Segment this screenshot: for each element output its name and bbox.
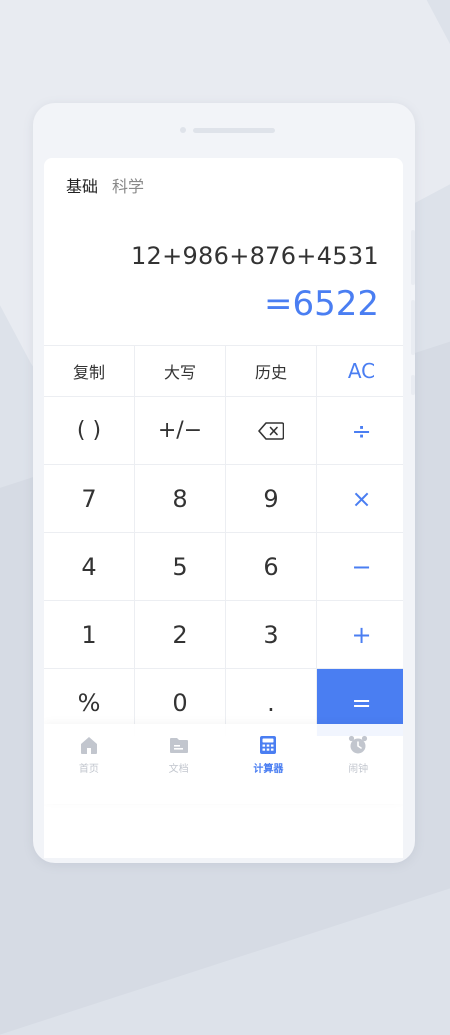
digit-6-button[interactable]: 6	[226, 533, 316, 600]
tab-scientific[interactable]: 科学	[112, 173, 144, 197]
calculator-icon	[260, 736, 277, 754]
divide-button[interactable]: ÷	[317, 397, 403, 464]
tab-basic[interactable]: 基础	[66, 173, 98, 197]
plus-button[interactable]: +	[317, 601, 403, 668]
backspace-button[interactable]	[226, 397, 316, 464]
result-display: =6522	[263, 284, 379, 324]
digit-5-button[interactable]: 5	[135, 533, 225, 600]
phone-side-button	[411, 230, 415, 285]
multiply-button[interactable]: ×	[317, 465, 403, 532]
camera-dot	[180, 127, 186, 133]
home-icon	[80, 737, 97, 754]
keypad: 复制 大写 历史 AC ( ) +/− ÷ 7 8 9 × 4 5 6 − 1 …	[44, 345, 403, 736]
history-button[interactable]: 历史	[226, 346, 316, 396]
nav-item-docs[interactable]: 文档	[134, 724, 224, 804]
bottom-nav: 首页 文档 计算器 闹钟	[44, 724, 403, 804]
phone-side-button	[411, 375, 415, 395]
calculator-screen: 基础 科学 12+986+876+4531 =6522 复制 大写 历史 AC …	[44, 158, 403, 858]
digit-4-button[interactable]: 4	[44, 533, 134, 600]
nav-label-home: 首页	[78, 764, 99, 775]
digit-8-button[interactable]: 8	[135, 465, 225, 532]
digit-1-button[interactable]: 1	[44, 601, 134, 668]
digit-9-button[interactable]: 9	[226, 465, 316, 532]
digit-3-button[interactable]: 3	[226, 601, 316, 668]
nav-label-docs: 文档	[168, 764, 189, 775]
nav-label-calculator: 计算器	[253, 764, 284, 775]
folder-icon	[169, 738, 188, 753]
clear-button[interactable]: AC	[317, 346, 403, 396]
phone-side-button	[411, 300, 415, 355]
nav-item-calculator[interactable]: 计算器	[224, 724, 314, 804]
expression-display: 12+986+876+4531	[130, 242, 379, 270]
alarm-clock-icon	[349, 735, 368, 754]
digit-2-button[interactable]: 2	[135, 601, 225, 668]
backspace-icon	[258, 421, 284, 440]
sign-toggle-button[interactable]: +/−	[135, 397, 225, 464]
nav-label-alarm: 闹钟	[348, 764, 369, 775]
copy-button[interactable]: 复制	[44, 346, 134, 396]
parentheses-button[interactable]: ( )	[44, 397, 134, 464]
mode-tabs: 基础 科学	[66, 173, 144, 197]
speaker-bar	[193, 128, 275, 133]
phone-frame: 基础 科学 12+986+876+4531 =6522 复制 大写 历史 AC …	[33, 103, 415, 863]
digit-7-button[interactable]: 7	[44, 465, 134, 532]
uppercase-button[interactable]: 大写	[135, 346, 225, 396]
nav-item-alarm[interactable]: 闹钟	[313, 724, 403, 804]
minus-button[interactable]: −	[317, 533, 403, 600]
nav-item-home[interactable]: 首页	[44, 724, 134, 804]
